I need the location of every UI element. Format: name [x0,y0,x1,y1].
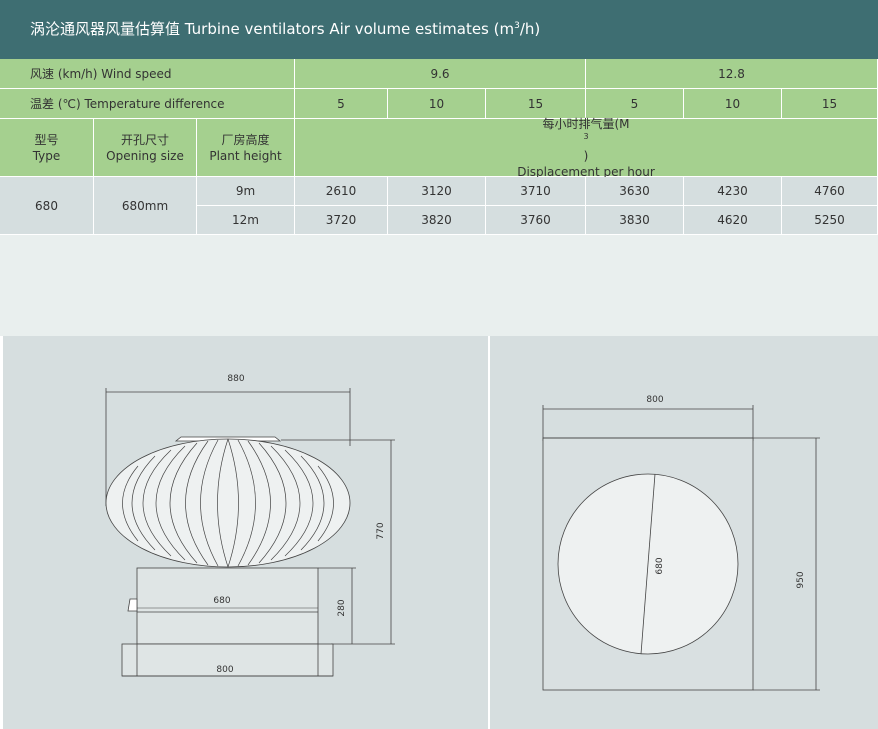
displacement-header: 每小时排气量(M 3) Displacement per hour [295,117,878,179]
side-view-drawing: 880 770 680 280 800 [3,336,488,729]
wind-speed-row: 风速 (km/h) Wind speed 9.6 12.8 [0,59,878,89]
wind-speed-value: 9.6 [295,59,586,89]
table-cell: 3710 [486,177,586,206]
temperature-value: 5 [295,89,388,119]
plant-height-header: 厂房高度 Plant height [197,119,295,177]
table-cell: 4620 [684,206,782,235]
top-view-drawing: 800 680 950 [490,336,878,729]
dim-total-height: 770 [376,522,386,539]
table-cell: 3720 [295,206,388,235]
table-cell: 3120 [388,177,486,206]
plant-height-cell: 9m [197,177,295,206]
table-cell: 5250 [782,206,878,235]
table-cell: 3830 [586,206,684,235]
model-cell: 680 [0,177,94,235]
opening-size-header: 开孔尺寸 Opening size [94,119,197,177]
temperature-value: 15 [782,89,878,119]
temperature-label: 温差 (℃) Temperature difference [0,89,295,119]
table-cell: 3630 [586,177,684,206]
table-cell: 3820 [388,206,486,235]
temperature-value: 10 [388,89,486,119]
data-block: 680 680mm 9m 2610 3120 3710 3630 4230 47… [0,177,878,235]
plant-height-cell: 12m [197,206,295,235]
dim-base-height: 280 [337,599,347,616]
header-row: 型号 Type 开孔尺寸 Opening size 厂房高度 Plant height… [0,117,878,179]
wind-speed-value: 12.8 [586,59,878,89]
dim-flange: 800 [216,665,233,675]
dim-width-top: 880 [227,374,244,384]
temperature-row: 温差 (℃) Temperature difference 5 10 15 5 … [0,89,878,119]
temperature-value: 15 [486,89,586,119]
opening-size-cell: 680mm [94,177,197,235]
dim-plan-height: 950 [796,571,806,588]
page-title: 涡沦通风器风量估算值 Turbine ventilators Air volum… [30,20,541,38]
wind-speed-label: 风速 (km/h) Wind speed [0,59,295,89]
table-cell: 4760 [782,177,878,206]
dim-diameter: 680 [655,557,665,574]
dim-base-inner: 680 [213,596,230,606]
title-bar: 涡沦通风器风量估算值 Turbine ventilators Air volum… [0,0,878,59]
type-header: 型号 Type [0,119,94,177]
table-cell: 4230 [684,177,782,206]
temperature-value: 5 [586,89,684,119]
table-cell: 2610 [295,177,388,206]
table-cell: 3760 [486,206,586,235]
temperature-value: 10 [684,89,782,119]
dim-plan-width: 800 [646,395,663,405]
spacer-band [0,235,878,336]
